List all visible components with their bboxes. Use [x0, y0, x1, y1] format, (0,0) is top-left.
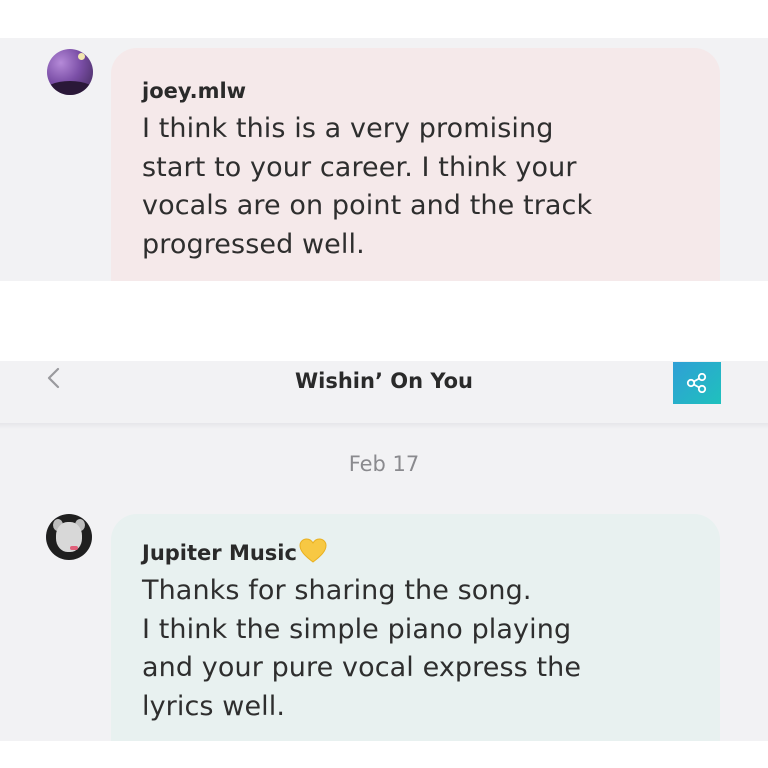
comment-line: lyrics well.: [142, 690, 286, 722]
comment-text: Thanks for sharing the song. I think the…: [142, 572, 690, 726]
figure-icon: [56, 522, 82, 552]
share-icon: [686, 373, 707, 393]
silhouette-icon: [47, 81, 93, 95]
comment-line: progressed well.: [142, 228, 365, 260]
moon-icon: [78, 53, 85, 60]
comment-author[interactable]: joey.mlw: [142, 78, 690, 104]
user-avatar[interactable]: [46, 514, 92, 560]
comment-line: and your pure vocal express the: [142, 652, 582, 683]
share-button[interactable]: [673, 362, 721, 404]
comment-line: vocals are on point and the track: [142, 190, 593, 221]
comment-line: I think this is a very promising: [142, 113, 554, 144]
comment-panel-top: joey.mlw I think this is a very promisin…: [0, 38, 768, 281]
comment-bubble: Jupiter Music Thanks for sharing the son…: [111, 514, 720, 741]
user-avatar[interactable]: [47, 49, 93, 95]
bottom-margin: [0, 741, 768, 768]
comment-line: Thanks for sharing the song.: [142, 575, 532, 606]
comment-bubble: joey.mlw I think this is a very promisin…: [111, 48, 720, 281]
date-label: Feb 17: [348, 452, 420, 476]
comment-line: I think the simple piano playing: [142, 613, 572, 645]
yellow-heart-icon: [299, 538, 327, 563]
comment-text: I think this is a very promising start t…: [142, 110, 690, 264]
author-name: Jupiter Music: [142, 541, 297, 565]
comment-line: start to your career. I think your: [142, 151, 577, 183]
screenshot-divider: [0, 281, 768, 361]
comment-author[interactable]: Jupiter Music: [142, 538, 690, 566]
page-title: Wishin’ On You: [294, 369, 474, 393]
thread-screen: Wishin’ On You Feb 17 Jupiter Music Than…: [0, 361, 768, 741]
header-divider: [0, 423, 768, 429]
accent-icon: [70, 546, 78, 550]
top-bar: Wishin’ On You: [0, 361, 768, 429]
